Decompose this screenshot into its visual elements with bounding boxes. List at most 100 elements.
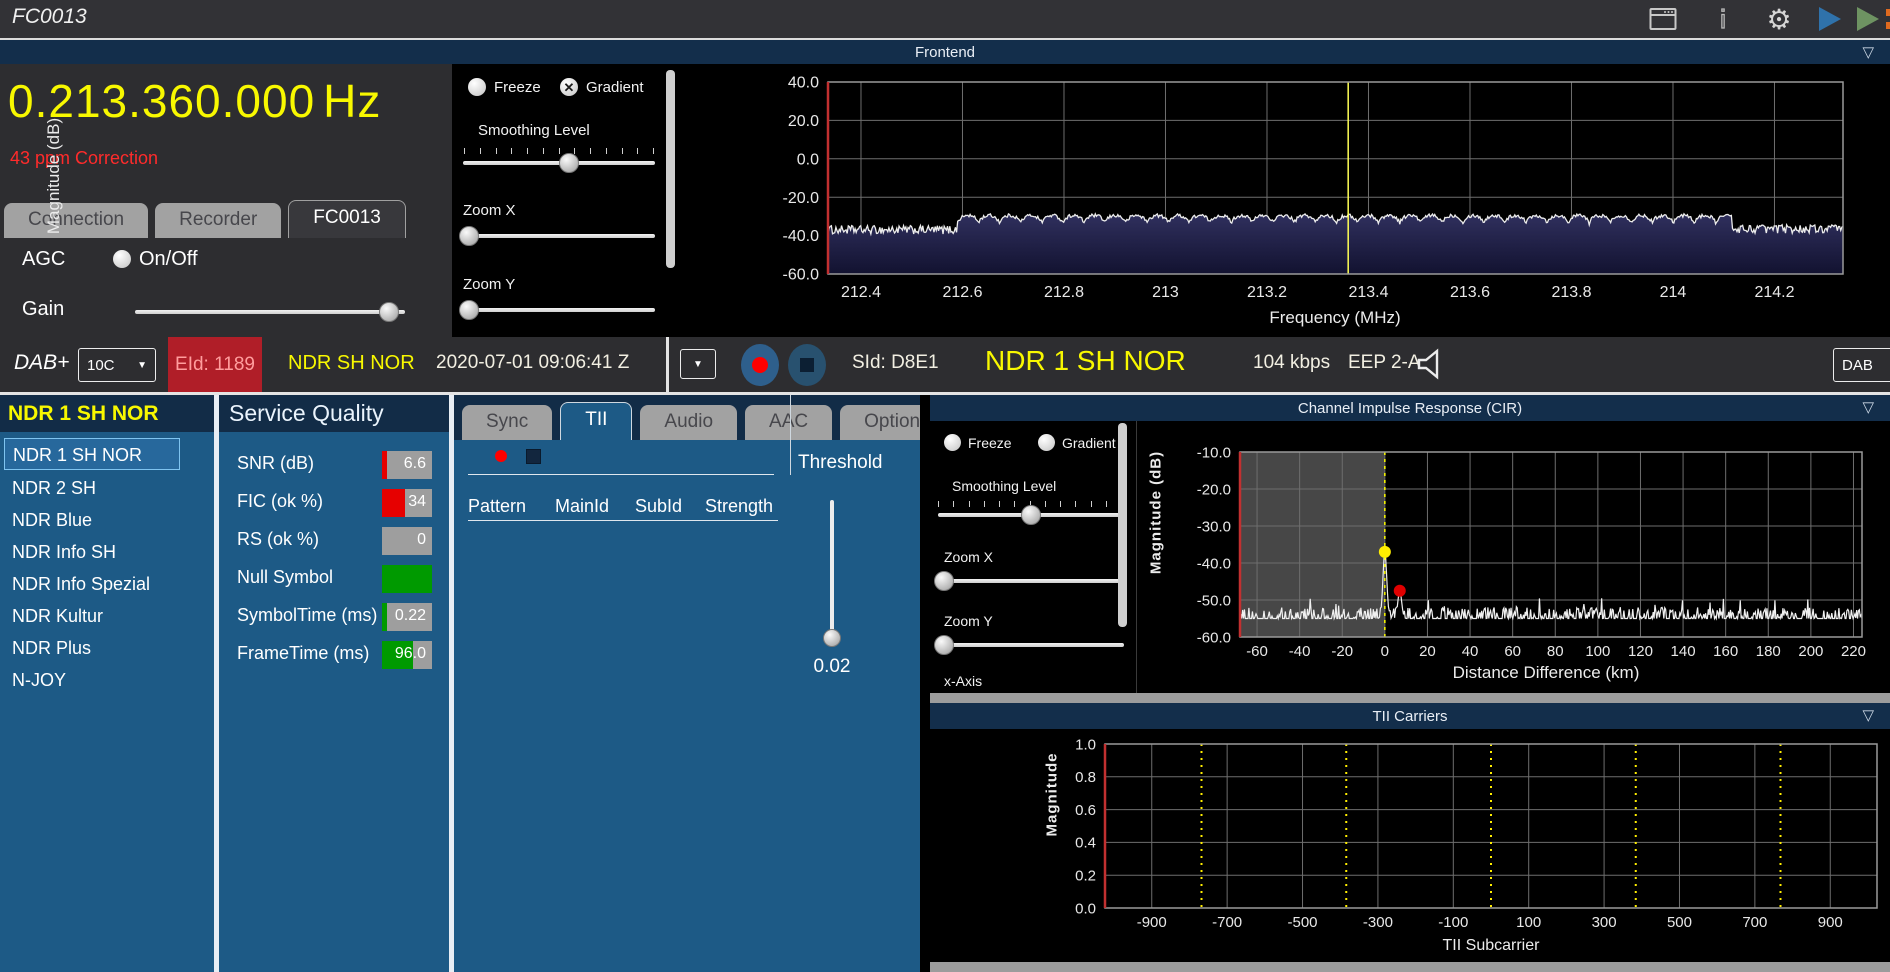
gear-icon[interactable]: ⚙ [1762, 4, 1796, 35]
tick-mark [999, 501, 1000, 507]
tick-mark [527, 148, 528, 154]
tii-tab-bar: Sync TII Audio AAC Options [454, 395, 954, 440]
service-list-panel: NDR 1 SH NOR NDR 1 SH NOR NDR 2 SH NDR Blu… [0, 395, 214, 972]
tick-mark [558, 148, 560, 154]
y-tick-label: -60.0 [1197, 629, 1231, 646]
service-item[interactable]: N-JOY [0, 664, 214, 696]
service-id: SId: D8E1 [852, 352, 939, 373]
cir-gradient-radio[interactable] [1038, 434, 1055, 451]
cir-zoom-y-slider-track[interactable] [938, 643, 1124, 647]
tii-carriers-collapse-toggle[interactable]: ▽ [1862, 706, 1874, 724]
zoom-x-slider-handle[interactable] [458, 226, 479, 246]
controls-scrollbar[interactable] [666, 70, 675, 268]
agc-radio[interactable] [113, 250, 131, 268]
cir-freeze-radio[interactable] [944, 434, 961, 451]
service-item[interactable]: NDR 1 SH NOR [4, 438, 180, 470]
x-tick-label: 900 [1818, 914, 1843, 931]
service-item[interactable]: NDR Info Spezial [0, 568, 214, 600]
threshold-slider-handle[interactable] [823, 629, 841, 647]
speaker-glyph [1417, 348, 1439, 380]
zoom-y-slider-handle[interactable] [458, 300, 479, 320]
x-tick-label: 220 [1841, 643, 1866, 660]
tick-mark [938, 501, 939, 507]
tick-mark [1075, 501, 1077, 507]
gain-slider-handle[interactable] [379, 302, 400, 322]
quality-row: Null Symbol [219, 565, 449, 593]
x-tick-label: 214.2 [1754, 284, 1794, 301]
cir-collapse-toggle[interactable]: ▽ [1862, 398, 1874, 416]
title-bar: FC0013 i ⚙ [0, 0, 1890, 38]
tick-mark [983, 501, 985, 507]
cir-plot[interactable]: -60 -40 -20 0 20 40 60 80 100 120 140 160 180 200 220 -… [1136, 421, 1890, 693]
x-tick-label: 213.4 [1348, 284, 1388, 301]
quality-row: RS (ok %) 0 [219, 527, 449, 555]
service-dropdown-button[interactable]: ▼ [680, 349, 716, 379]
cir-freeze-label: Freeze [968, 435, 1012, 451]
clipped-icon-fragment [1886, 9, 1890, 16]
tii-carriers-plot[interactable]: -900 -700 -500 -300 -100 100 300 500 700 900 0.0 0.… [930, 729, 1890, 962]
tab-tii[interactable]: TII [560, 402, 633, 440]
service-item[interactable]: NDR Plus [0, 632, 214, 664]
play-blue-icon[interactable] [1812, 4, 1846, 34]
quality-row: SymbolTime (ms) 0.22 [219, 603, 449, 631]
window-icon[interactable] [1646, 4, 1680, 34]
spectrum-plot[interactable]: 212.4 212.6 212.8 213 213.2 213.4 213.6 213.8 21… [695, 64, 1890, 337]
bottom-resize-bar[interactable] [930, 962, 1890, 972]
zoom-y-slider-track[interactable] [463, 308, 655, 312]
x-tick-label: 100 [1585, 643, 1610, 660]
play-green-icon[interactable] [1850, 4, 1884, 34]
tab-fc0013[interactable]: FC0013 [288, 200, 406, 238]
frontend-collapse-toggle[interactable]: ▽ [1862, 43, 1874, 61]
tab-recorder[interactable]: Recorder [155, 203, 282, 238]
ensemble-name: NDR SH NOR [288, 352, 415, 374]
threshold-slider-track[interactable] [830, 500, 834, 640]
speaker-icon[interactable] [1414, 348, 1446, 385]
horizontal-splitter[interactable] [930, 693, 1890, 703]
service-item[interactable]: NDR Info SH [0, 536, 214, 568]
tii-tab-panel: Sync TII Audio AAC Options Threshold Pattern… [454, 395, 954, 972]
peak-marker [1393, 584, 1406, 597]
y-tick-label: -50.0 [1197, 592, 1231, 609]
freeze-label: Freeze [494, 79, 541, 96]
tab-sync[interactable]: Sync [462, 405, 553, 440]
x-tick-label: 120 [1628, 643, 1653, 660]
cir-controls-scrollbar[interactable] [1118, 423, 1127, 627]
cir-zoom-y-slider-handle[interactable] [933, 635, 954, 655]
output-device-value: DAB [1842, 356, 1873, 374]
x-tick-label: -60 [1246, 643, 1268, 660]
horizontal-rule [468, 474, 774, 475]
channel-combo[interactable]: 10C ▼ [78, 348, 156, 382]
service-item[interactable]: NDR 2 SH [0, 472, 214, 504]
channel-value: 10C [87, 356, 115, 374]
cir-controls: Freeze Gradient Smoothing Level Zoom X Z… [930, 421, 1136, 693]
tick-mark [495, 148, 497, 154]
tick-mark [590, 148, 591, 154]
record-button[interactable] [741, 344, 779, 386]
tab-aac[interactable]: AAC [745, 405, 833, 440]
cir-x-axis-label: x-Axis [944, 673, 983, 689]
smoothing-slider-handle[interactable] [558, 153, 579, 173]
tab-connection[interactable]: Connection [4, 203, 149, 238]
service-list-header: NDR 1 SH NOR [0, 395, 214, 432]
ppm-correction: 43 ppm Correction [10, 148, 159, 168]
zoom-y-label: Zoom Y [463, 276, 516, 293]
zoom-x-slider-track[interactable] [463, 234, 655, 238]
service-item[interactable]: NDR Blue [0, 504, 214, 536]
stop-button[interactable] [788, 344, 826, 386]
tick-mark [621, 148, 623, 154]
gradient-radio[interactable]: ✕ [560, 78, 578, 96]
tick-mark [479, 148, 481, 154]
output-device-combo[interactable]: DAB▼ [1833, 348, 1890, 382]
service-item[interactable]: NDR Kultur [0, 600, 214, 632]
info-icon[interactable]: i [1706, 4, 1740, 34]
service-quality-header: Service Quality [219, 395, 449, 432]
freeze-radio[interactable] [468, 78, 486, 96]
stop-square-icon [800, 358, 814, 372]
y-tick-label: 0.0 [797, 151, 819, 168]
cir-zoom-x-slider-track[interactable] [938, 579, 1124, 583]
tab-audio[interactable]: Audio [640, 405, 738, 440]
gain-slider-track[interactable] [135, 310, 405, 314]
cir-zoom-x-slider-handle[interactable] [933, 571, 954, 591]
zoom-x-label: Zoom X [463, 202, 516, 219]
cir-smoothing-slider-handle[interactable] [1021, 505, 1041, 525]
